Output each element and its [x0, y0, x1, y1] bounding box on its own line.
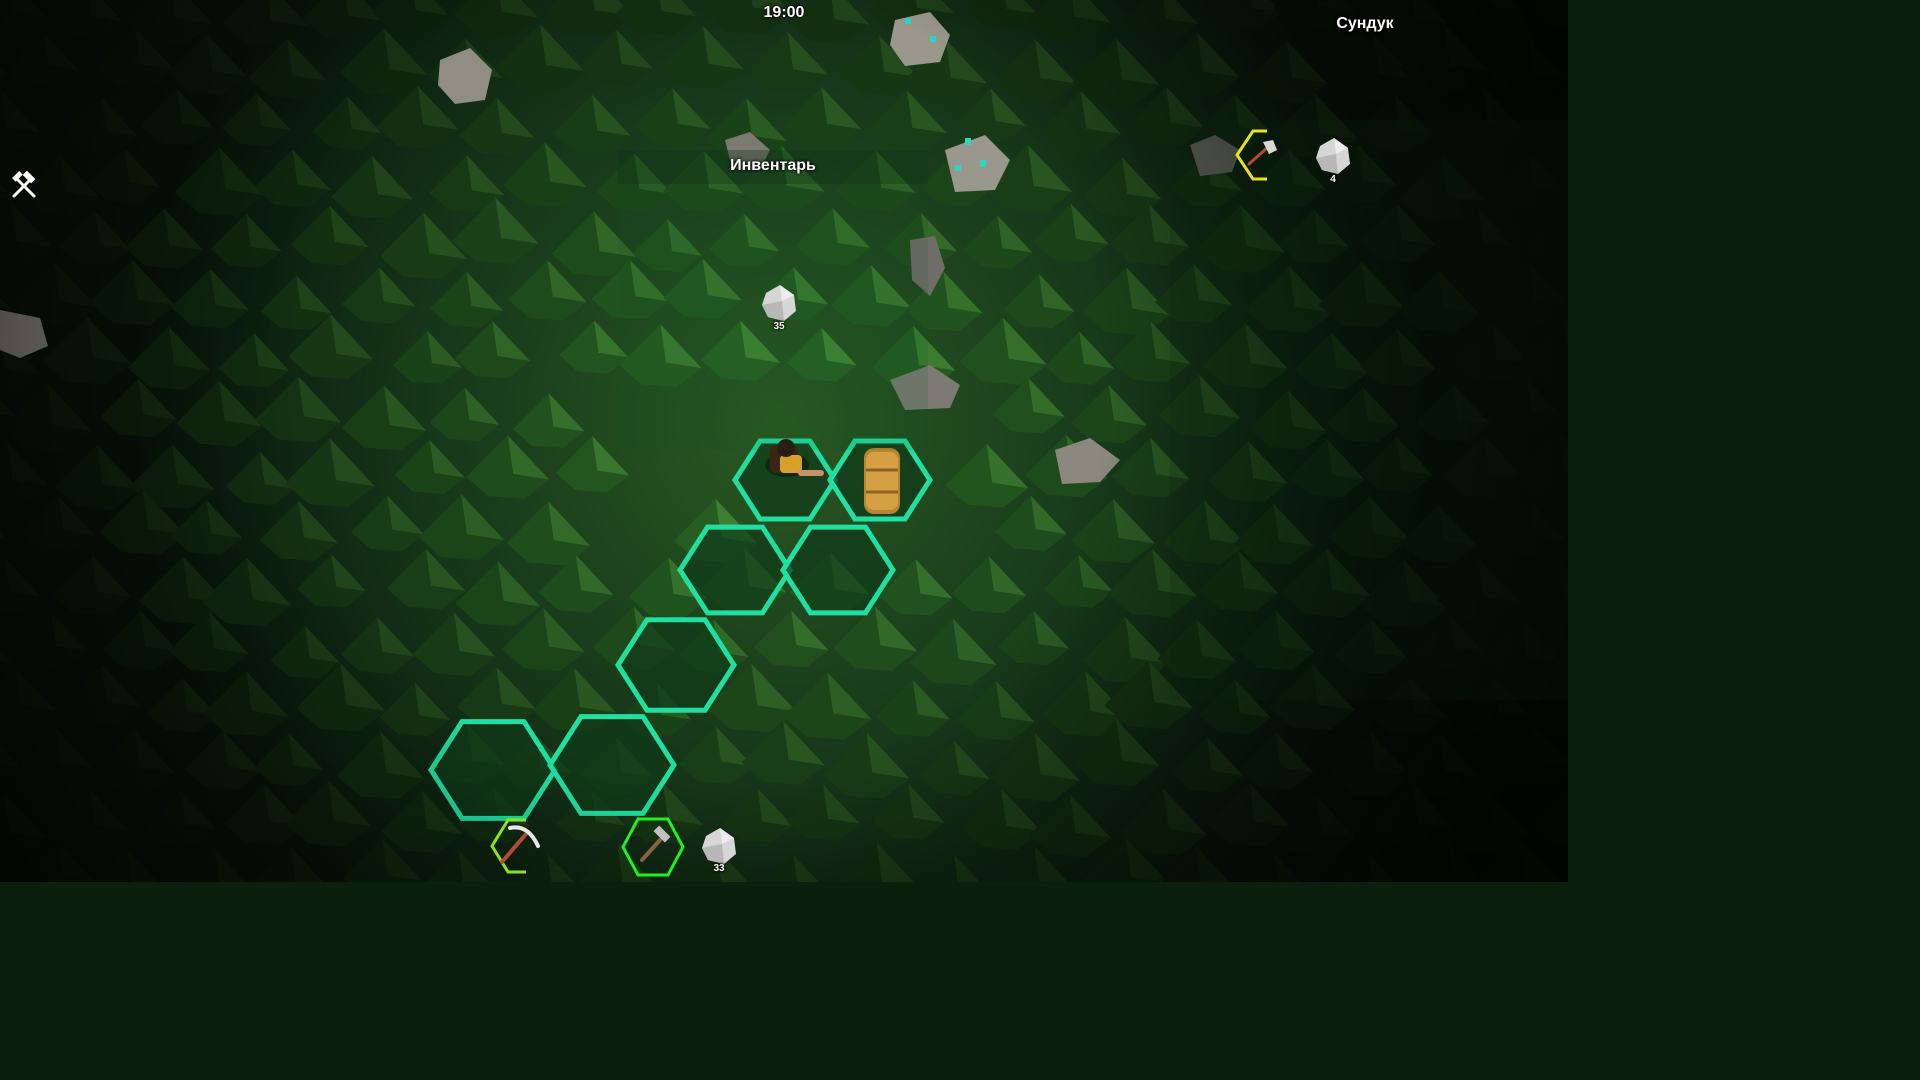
- chest-slot[interactable]: 4: [1310, 136, 1356, 188]
- inventory-slot[interactable]: 35: [756, 283, 802, 333]
- axe-icon: [1247, 140, 1277, 166]
- stone-icon: [702, 828, 736, 864]
- hotbar-slot[interactable]: 33: [696, 826, 742, 878]
- hammer-icon: [12, 170, 36, 198]
- chest-title: Сундук: [1336, 15, 1394, 32]
- hammer-icon: [640, 825, 671, 862]
- slot-highlight-frame: [1235, 129, 1267, 181]
- chest-slot-selected[interactable]: [1233, 128, 1285, 182]
- pickaxe-icon: [500, 825, 540, 864]
- item-count: 35: [773, 321, 785, 332]
- item-count: 33: [713, 863, 725, 874]
- hotbar-slot[interactable]: [488, 816, 544, 876]
- hotbar-slot-selected[interactable]: [620, 816, 686, 878]
- stone-icon: [762, 285, 796, 321]
- build-menu-button[interactable]: [8, 170, 40, 200]
- inventory-title: Инвентарь: [730, 157, 816, 174]
- chest-panel: [1170, 120, 1568, 700]
- item-count: 4: [1330, 174, 1336, 185]
- stone-icon: [1316, 138, 1350, 174]
